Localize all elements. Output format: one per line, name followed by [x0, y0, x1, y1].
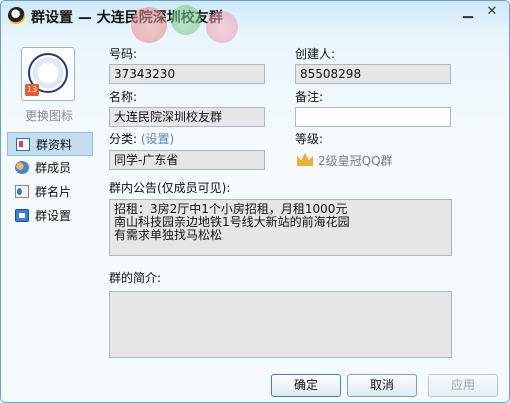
- creator-field[interactable]: 85508298: [295, 64, 451, 84]
- grade-label: 等级:: [295, 132, 324, 146]
- category-label: 分类: (设置): [109, 130, 174, 147]
- name-field[interactable]: 大连民院深圳校友群: [109, 107, 265, 127]
- qq-badge: 13: [25, 84, 39, 96]
- intro-label: 群的简介:: [109, 271, 162, 285]
- group-avatar[interactable]: 13: [21, 47, 75, 101]
- sidebar-item-label: 群成员: [35, 161, 72, 175]
- minimize-button[interactable]: ▁: [457, 3, 479, 21]
- sidebar-item-group-card[interactable]: 群名片: [7, 180, 93, 204]
- ok-button[interactable]: 确定: [271, 374, 341, 397]
- category-label-text: 分类:: [109, 132, 138, 146]
- decorative-figure-icon: [171, 5, 201, 35]
- name-label: 名称:: [109, 90, 138, 104]
- category-settings-link[interactable]: (设置): [141, 132, 174, 146]
- number-field[interactable]: 37343230: [109, 64, 265, 84]
- sidebar-nav: 群资料 群成员 群名片 群设置: [7, 132, 93, 228]
- apply-button[interactable]: 应用: [428, 374, 498, 397]
- group-members-icon: [15, 161, 29, 174]
- sidebar-item-label: 群设置: [35, 209, 72, 223]
- creator-label: 创建人:: [295, 47, 336, 61]
- sidebar-item-group-settings[interactable]: 群设置: [7, 204, 93, 228]
- announcement-label: 群内公告(仅成员可见):: [109, 181, 231, 195]
- note-input[interactable]: [295, 107, 451, 127]
- decorative-figure-icon: [206, 11, 238, 43]
- group-info-icon: [16, 138, 30, 151]
- decorative-figure-icon: [131, 7, 167, 43]
- cancel-button[interactable]: 取消: [347, 374, 417, 397]
- group-settings-icon: [15, 209, 29, 222]
- title-bar[interactable]: 群设置 — 大连民院深圳校友群 ▁ ✕: [1, 1, 509, 43]
- sidebar-item-label: 群名片: [35, 185, 72, 199]
- announcement-textarea[interactable]: 招租：3房2厅中1个小房招租，月租1000元 南山科技园亲边地铁1号线大新站的前…: [109, 199, 452, 256]
- category-field[interactable]: 同学-广东省: [109, 150, 265, 170]
- announcement-line: 有需求单独找马松松: [114, 228, 223, 242]
- sidebar-item-label: 群资料: [36, 138, 73, 152]
- crown-icon: [297, 153, 313, 166]
- change-icon-link[interactable]: 更换图标: [25, 107, 73, 124]
- group-settings-window: 群设置 — 大连民院深圳校友群 ▁ ✕ 13 更换图标 群资料 群成员 群名片 …: [0, 0, 510, 403]
- qq-penguin-icon: [8, 7, 25, 24]
- sidebar-item-group-info[interactable]: 群资料: [7, 132, 93, 156]
- close-button[interactable]: ✕: [481, 3, 503, 21]
- number-label: 号码:: [109, 47, 138, 61]
- group-card-icon: [15, 185, 29, 198]
- note-label: 备注:: [295, 90, 324, 104]
- intro-textarea[interactable]: [109, 291, 452, 358]
- grade-text: 2级皇冠QQ群: [318, 154, 393, 168]
- sidebar-item-group-members[interactable]: 群成员: [7, 156, 93, 180]
